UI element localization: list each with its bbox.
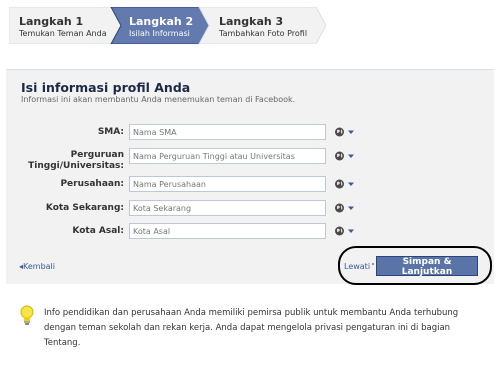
step-1: Langkah 1 Temukan Teman Anda xyxy=(9,7,111,44)
profile-info-panel: Isi informasi profil Anda Informasi ini … xyxy=(6,69,494,285)
step-1-subtitle: Temukan Teman Anda xyxy=(19,29,107,38)
info-note: Info pendidikan dan perusahaan Anda memi… xyxy=(44,308,459,348)
lightbulb-icon xyxy=(20,305,34,325)
globe-icon[interactable] xyxy=(334,178,358,190)
globe-icon[interactable] xyxy=(334,202,358,214)
hometown-input[interactable] xyxy=(129,223,326,239)
globe-icon[interactable] xyxy=(334,150,358,162)
sma-input[interactable] xyxy=(129,124,326,140)
step-2: Langkah 2 Isilah Informasi xyxy=(119,7,209,44)
panel-description: Informasi ini akan membantu Anda menemuk… xyxy=(21,95,296,104)
back-link-label: Kembali xyxy=(23,262,56,271)
panel-title: Isi informasi profil Anda xyxy=(21,80,191,95)
step-3: Langkah 3 Tambahkan Foto Profil xyxy=(209,7,326,44)
company-label: Perusahaan: xyxy=(60,179,124,189)
sma-label: SMA: xyxy=(97,127,124,137)
university-label-line2: Tinggi/Universitas: xyxy=(28,161,124,171)
company-input[interactable] xyxy=(129,176,326,192)
globe-icon[interactable] xyxy=(334,126,358,138)
step-2-subtitle: Isilah Informasi xyxy=(129,29,190,38)
step-3-subtitle: Tambahkan Foto Profil xyxy=(219,29,308,38)
university-label: Perguruan Tinggi/Universitas: xyxy=(28,150,124,172)
step-2-title: Langkah 2 xyxy=(129,15,194,28)
back-link[interactable]: ◂Kembali xyxy=(19,262,55,271)
step-1-title: Langkah 1 xyxy=(19,15,84,28)
current-city-label: Kota Sekarang: xyxy=(45,203,124,213)
step-3-title: Langkah 3 xyxy=(219,15,284,28)
highlight-circle xyxy=(338,246,492,285)
current-city-input[interactable] xyxy=(129,200,326,216)
globe-icon[interactable] xyxy=(334,225,358,237)
university-label-line1: Perguruan xyxy=(70,150,124,160)
university-input[interactable] xyxy=(129,148,326,164)
steps-bar: Langkah 1 Temukan Teman Anda Langkah 2 I… xyxy=(9,7,326,44)
hometown-label: Kota Asal: xyxy=(72,226,124,236)
